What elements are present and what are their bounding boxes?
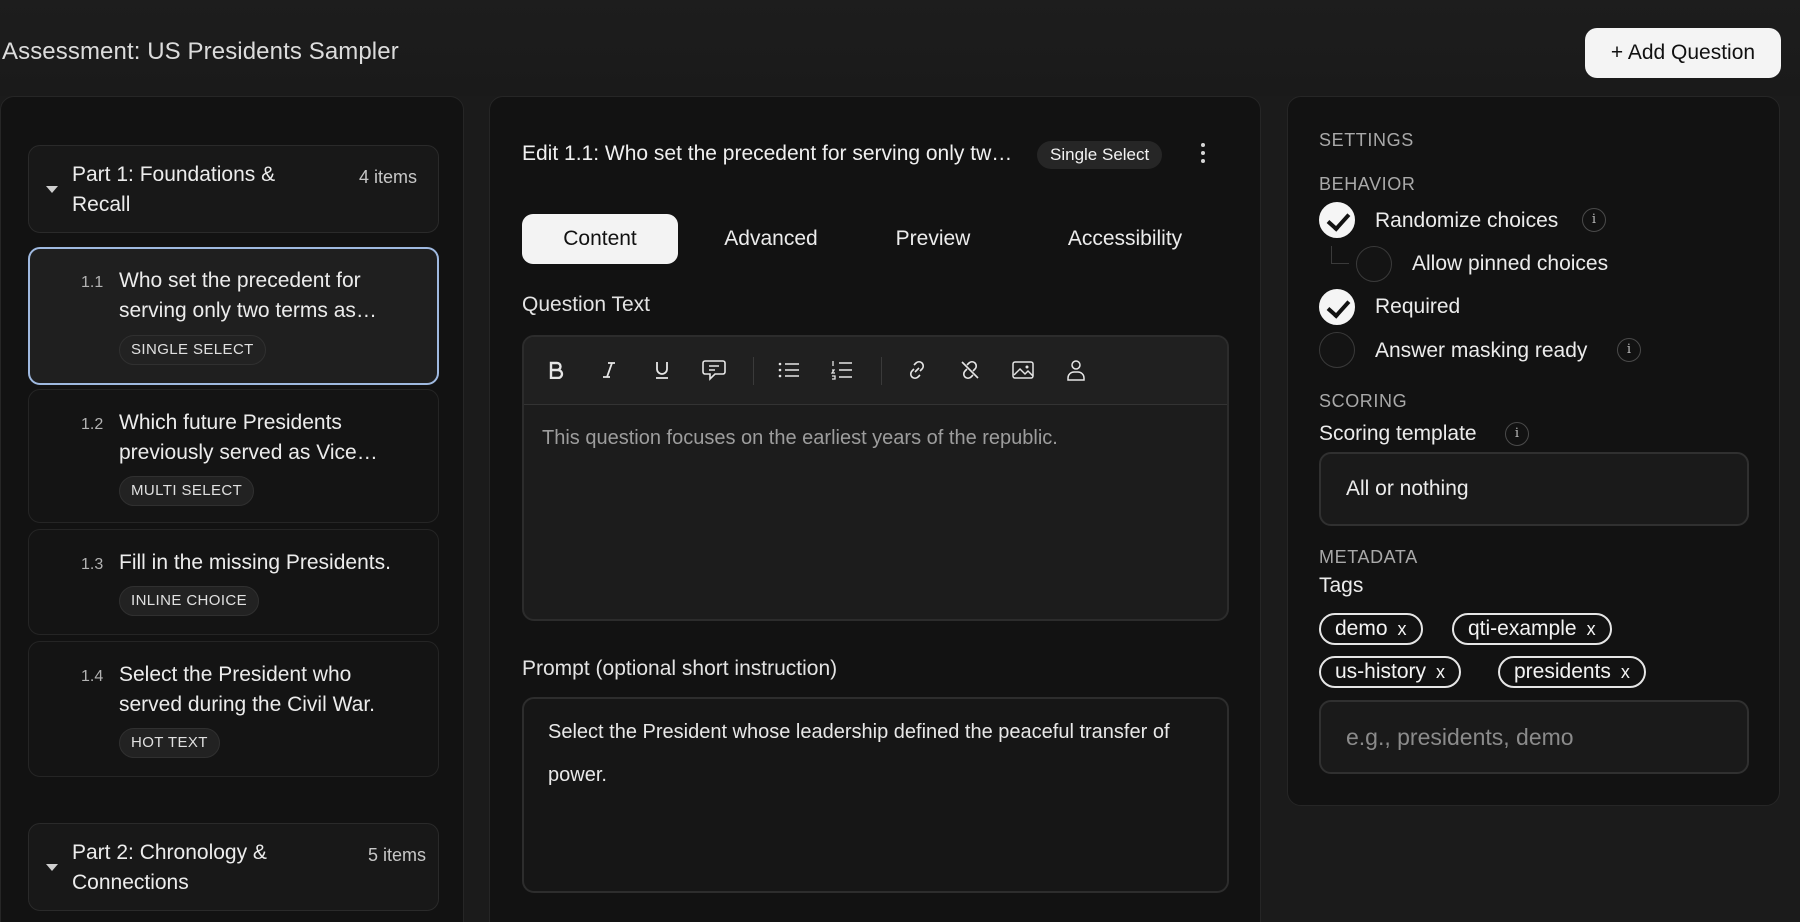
info-icon[interactable]: i [1582, 208, 1606, 232]
part-1-header[interactable]: Part 1: Foundations & Recall 4 items [28, 145, 439, 233]
underline-icon[interactable] [648, 355, 676, 385]
question-title: Fill in the missing Presidents. [119, 551, 391, 574]
settings-panel: SETTINGS BEHAVIOR Randomize choices i Al… [1287, 96, 1780, 806]
prompt-textarea[interactable]: Select the President whose leadership de… [522, 697, 1229, 893]
nested-option-connector [1331, 246, 1349, 264]
question-title: Who set the precedent for serving only t… [119, 269, 377, 322]
tab-accessibility[interactable]: Accessibility [1020, 214, 1230, 264]
question-editor-panel: Edit 1.1: Who set the precedent for serv… [489, 96, 1261, 922]
required-checkbox[interactable] [1319, 289, 1355, 325]
question-text-placeholder: This question focuses on the earliest ye… [542, 427, 1058, 449]
tag-text: qti-example [1468, 617, 1577, 640]
part-item-count: 4 items [359, 167, 418, 187]
tag-text: demo [1335, 617, 1388, 640]
numbered-list-icon[interactable] [828, 355, 856, 385]
question-number: 1.1 [81, 274, 104, 291]
question-text-label: Question Text [522, 293, 651, 316]
comment-icon[interactable] [700, 355, 728, 385]
required-label: Required [1375, 295, 1461, 318]
tag-chip: presidents x [1498, 656, 1646, 688]
allow-pinned-choices-label: Allow pinned choices [1412, 252, 1609, 275]
tag-text: us-history [1335, 660, 1427, 683]
more-options-icon[interactable] [1195, 139, 1211, 171]
page-title: Assessment: US Presidents Sampler [2, 38, 399, 65]
question-number: 1.2 [81, 416, 104, 433]
question-item-1-2[interactable]: 1.2 Which future Presidents previously s… [28, 389, 439, 523]
question-text-editor[interactable]: This question focuses on the earliest ye… [522, 335, 1229, 621]
behavior-heading: BEHAVIOR [1319, 174, 1416, 194]
tag-chip: us-history x [1319, 656, 1462, 688]
tab-advanced[interactable]: Advanced [703, 214, 839, 264]
part-item-count: 5 items [368, 845, 427, 865]
tag-chip: qti-example x [1452, 613, 1612, 645]
part-title: Part 2: Chronology & Connections [72, 841, 267, 894]
scoring-template-label: Scoring template [1319, 422, 1477, 445]
question-type-badge: MULTI SELECT [119, 476, 255, 506]
tab-content[interactable]: Content [522, 214, 678, 264]
image-icon[interactable] [1009, 355, 1037, 385]
question-type-badge: SINGLE SELECT [119, 335, 266, 365]
toolbar-divider [881, 357, 882, 385]
question-title: Select the President who served during t… [119, 663, 375, 716]
question-type-badge: HOT TEXT [119, 728, 220, 758]
scoring-template-select[interactable]: All or nothing [1319, 452, 1749, 526]
remove-tag-icon[interactable]: x [1587, 619, 1596, 639]
bullet-list-icon[interactable] [775, 355, 803, 385]
question-item-1-4[interactable]: 1.4 Select the President who served duri… [28, 641, 439, 777]
remove-tag-icon[interactable]: x [1436, 662, 1445, 682]
question-item-1-3[interactable]: 1.3 Fill in the missing Presidents. INLI… [28, 529, 439, 635]
toolbar-divider [753, 357, 754, 385]
randomize-choices-checkbox[interactable] [1319, 202, 1355, 238]
allow-pinned-choices-checkbox[interactable] [1356, 246, 1392, 282]
part-2-header[interactable]: Part 2: Chronology & Connections 5 items [28, 823, 439, 911]
italic-icon[interactable] [595, 355, 623, 385]
chevron-down-icon[interactable] [46, 186, 58, 193]
answer-masking-checkbox[interactable] [1319, 332, 1355, 368]
info-icon[interactable]: i [1505, 422, 1529, 446]
question-number: 1.3 [81, 556, 104, 573]
scoring-heading: SCORING [1319, 391, 1408, 411]
question-outline-panel: Part 1: Foundations & Recall 4 items 1.1… [0, 96, 464, 922]
info-icon[interactable]: i [1617, 338, 1641, 362]
tags-label: Tags [1319, 574, 1364, 597]
editor-title: Edit 1.1: Who set the precedent for serv… [522, 142, 1022, 165]
answer-masking-label: Answer masking ready [1375, 339, 1588, 362]
randomize-choices-label: Randomize choices [1375, 209, 1559, 232]
chevron-down-icon[interactable] [46, 864, 58, 871]
tag-text: presidents [1514, 660, 1611, 683]
add-question-button[interactable]: + Add Question [1585, 28, 1781, 78]
bold-icon[interactable] [542, 355, 570, 385]
remove-tag-icon[interactable]: x [1621, 662, 1630, 682]
rich-text-toolbar [524, 337, 1227, 405]
metadata-heading: METADATA [1319, 547, 1418, 567]
unlink-icon[interactable] [956, 355, 984, 385]
question-title: Which future Presidents previously serve… [119, 411, 378, 464]
part-title: Part 1: Foundations & Recall [72, 163, 276, 216]
remove-tag-icon[interactable]: x [1398, 619, 1407, 639]
tab-preview[interactable]: Preview [870, 214, 996, 264]
question-type-pill: Single Select [1037, 141, 1163, 169]
settings-heading: SETTINGS [1319, 130, 1414, 150]
question-item-1-1[interactable]: 1.1 Who set the precedent for serving on… [28, 247, 439, 385]
tag-chip: demo x [1319, 613, 1423, 645]
prompt-label: Prompt (optional short instruction) [522, 657, 838, 680]
question-number: 1.4 [81, 668, 104, 685]
person-icon[interactable] [1062, 355, 1090, 385]
question-type-badge: INLINE CHOICE [119, 586, 260, 616]
top-bar: Assessment: US Presidents Sampler + Add … [0, 0, 1800, 96]
tag-input[interactable] [1319, 700, 1749, 774]
link-icon[interactable] [903, 355, 931, 385]
